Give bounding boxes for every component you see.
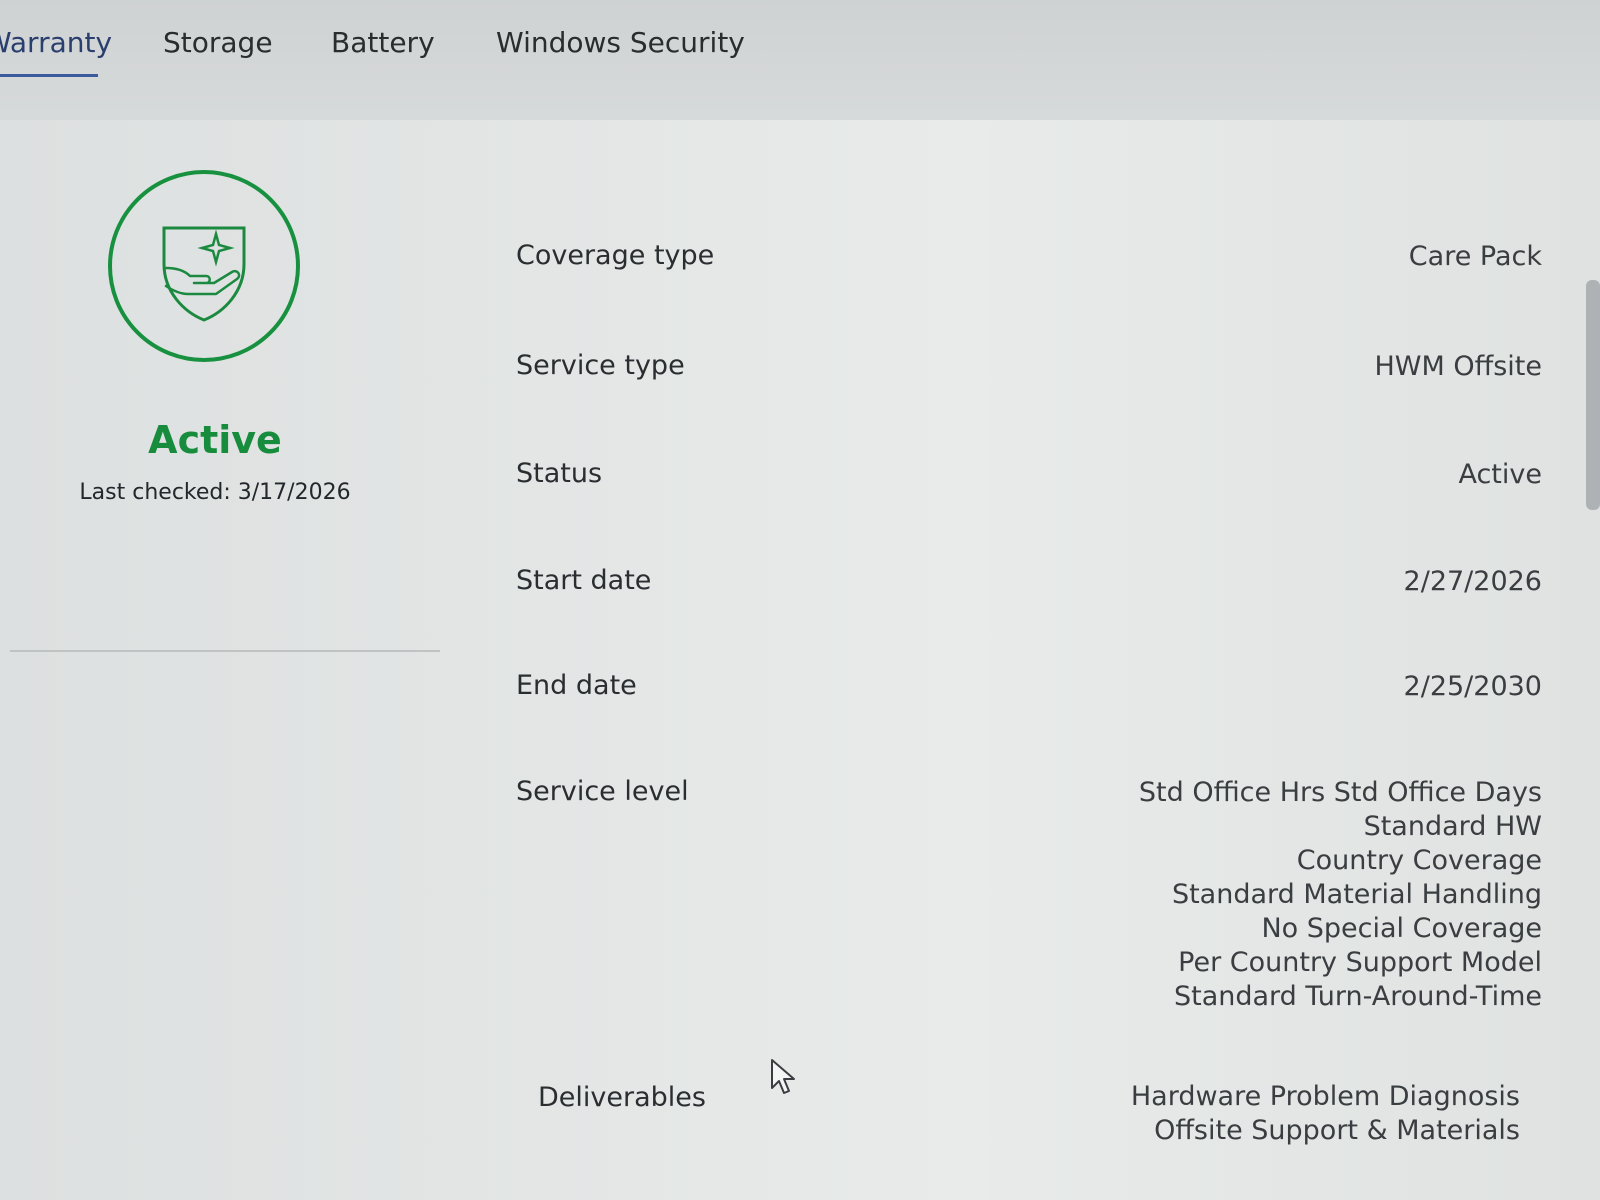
service-type-value: HWM Offsite [1374,351,1543,382]
deliverables-item: Offsite Support & Materials [1154,1115,1520,1146]
tab-warranty[interactable]: Warranty [0,26,112,59]
service-level-item: Standard Turn-Around-Time [1173,981,1542,1012]
service-level-values: Std Office Hrs Std Office Days Standard … [1139,776,1542,1014]
service-level-item: No Special Coverage [1261,913,1542,944]
service-level-item: Std Office Hrs Std Office Days [1138,777,1542,808]
service-level-item: Standard Material Handling [1171,879,1542,910]
tab-battery[interactable]: Battery [331,26,435,59]
scrollbar-thumb[interactable] [1586,280,1600,510]
divider [10,650,440,652]
deliverables-item: Hardware Problem Diagnosis [1130,1081,1520,1112]
tab-storage[interactable]: Storage [163,26,273,59]
service-level-item: Per Country Support Model [1178,947,1542,978]
deliverables-values: Hardware Problem Diagnosis Offsite Suppo… [1131,1080,1520,1148]
service-level-item: Country Coverage [1296,845,1542,876]
status-headline: Active [148,418,282,462]
tab-bar: Warranty Storage Battery Windows Securit… [0,0,1600,120]
end-date-value: 2/25/2030 [1403,671,1542,702]
service-level-label: Service level [516,776,689,807]
status-label: Status [516,458,603,489]
start-date-value: 2/27/2026 [1403,566,1542,597]
coverage-type-value: Care Pack [1408,241,1542,272]
deliverables-label: Deliverables [538,1082,706,1113]
end-date-label: End date [516,670,637,701]
last-checked-text: Last checked: 3/17/2026 [79,480,351,505]
tab-windows-security[interactable]: Windows Security [496,26,745,59]
coverage-type-label: Coverage type [516,240,715,271]
active-tab-indicator [0,74,98,77]
start-date-label: Start date [516,565,652,596]
mouse-cursor-icon [771,1059,795,1094]
warranty-status-badge [108,170,300,362]
shield-hand-icon [162,226,246,322]
status-value: Active [1458,459,1542,490]
service-level-item: Standard HW [1363,811,1542,842]
service-type-label: Service type [516,350,685,381]
